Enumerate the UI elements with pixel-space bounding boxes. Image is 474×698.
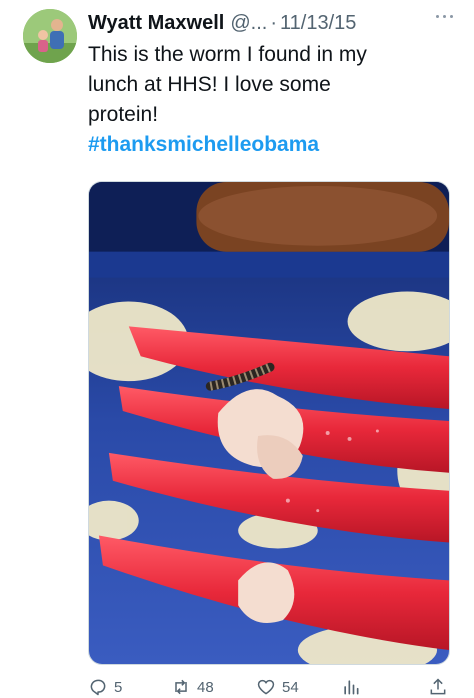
retweet-icon (175, 679, 187, 695)
heart-icon (257, 679, 275, 695)
reply-count: 5 (114, 678, 123, 696)
author-handle[interactable]: @... (230, 12, 267, 35)
separator-dot: · (270, 11, 277, 34)
share-icon (430, 678, 446, 695)
avatar-photo (23, 9, 77, 63)
tweet-text-line: This is the worm I found in my (88, 43, 367, 66)
author-name[interactable]: Wyatt Maxwell (88, 12, 224, 35)
retweet-button[interactable]: 48 (171, 677, 214, 697)
like-count: 54 (282, 678, 299, 696)
tweet-header: Wyatt Maxwell @... · 11/13/15 (88, 8, 466, 38)
views-icon (344, 680, 359, 695)
reply-button[interactable]: 5 (88, 677, 122, 697)
avatar[interactable] (23, 9, 77, 63)
tweet-date[interactable]: 11/13/15 (280, 12, 356, 35)
like-button[interactable]: 54 (256, 677, 299, 697)
tweet-text-line: protein! (88, 103, 159, 126)
reply-icon (90, 679, 106, 696)
tweet-actions: 5 48 54 (88, 676, 458, 698)
worm-on-fork-photo (89, 182, 449, 664)
tweet-text-line: lunch at HHS! I love some (88, 73, 331, 96)
retweet-count: 48 (197, 678, 214, 696)
hashtag-link[interactable]: #thanksmichelleobama (88, 130, 458, 160)
tweet-media-image[interactable] (88, 181, 450, 665)
views-button[interactable] (341, 677, 361, 697)
more-icon[interactable] (424, 6, 464, 26)
share-button[interactable] (428, 677, 448, 697)
tweet-text: This is the worm I found in my lunch at … (88, 40, 458, 160)
